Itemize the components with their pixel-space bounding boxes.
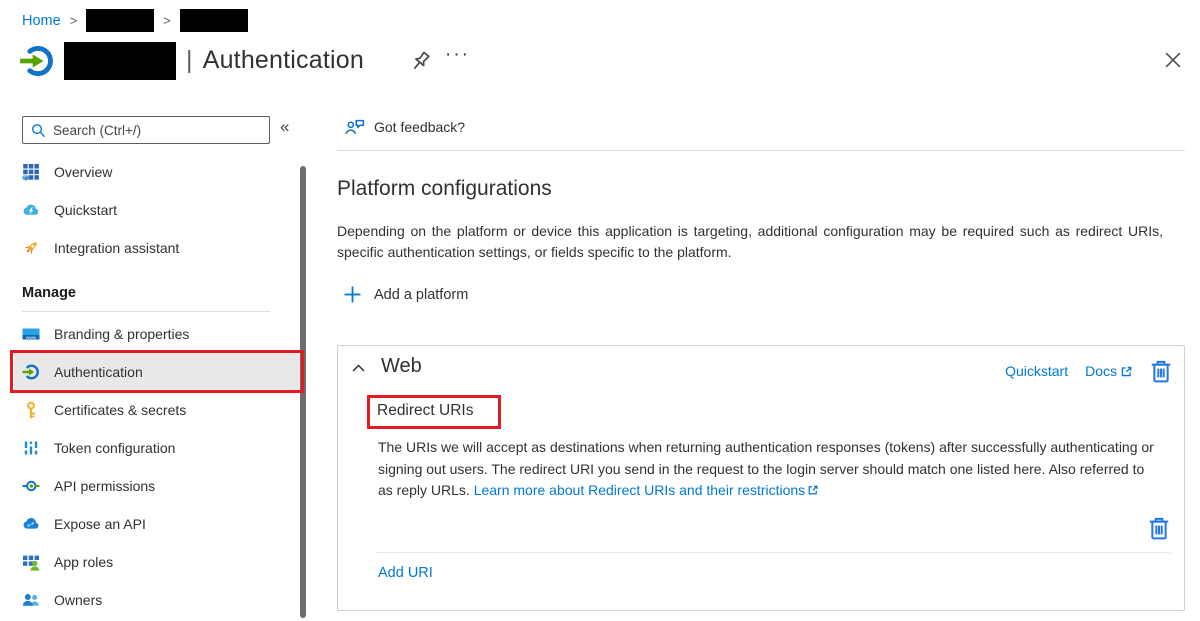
redirect-uris-heading: Redirect URIs (377, 402, 473, 420)
overview-icon (22, 163, 40, 181)
title-text: Authentication (203, 46, 364, 74)
rocket-icon (22, 239, 40, 257)
got-feedback-button[interactable]: Got feedback? (345, 118, 465, 136)
app-roles-icon (22, 553, 40, 571)
plus-icon (344, 286, 361, 303)
sidebar-search[interactable] (22, 116, 270, 144)
sidebar-divider (22, 311, 270, 312)
chevron-up-icon[interactable] (351, 362, 366, 374)
sidebar-item-label: Certificates & secrets (54, 402, 186, 418)
sidebar-item-certificates[interactable]: Certificates & secrets (14, 391, 300, 429)
sidebar-item-label: Owners (54, 592, 102, 608)
breadcrumb-separator: > (163, 13, 171, 28)
add-platform-button[interactable]: Add a platform (344, 286, 468, 303)
trash-icon (1150, 359, 1172, 383)
app-registration-icon (19, 43, 55, 79)
toolbar-divider (337, 150, 1185, 151)
sidebar-item-integration-assistant[interactable]: Integration assistant (14, 229, 300, 267)
search-input[interactable] (53, 123, 261, 138)
redacted-breadcrumb-item (180, 9, 248, 32)
platform-description: Depending on the platform or device this… (337, 221, 1163, 263)
trash-icon (1148, 516, 1170, 540)
owners-icon (22, 591, 40, 609)
quickstart-icon (22, 201, 40, 219)
key-icon (22, 401, 40, 419)
authentication-icon (22, 363, 40, 381)
uri-row-divider (376, 552, 1170, 553)
docs-label: Docs (1085, 363, 1117, 379)
api-permissions-icon (22, 477, 40, 495)
token-icon (22, 439, 40, 457)
sidebar-item-expose-api[interactable]: Expose an API (14, 505, 300, 543)
redacted-app-name (64, 42, 176, 80)
delete-uri-button[interactable] (1148, 516, 1170, 540)
web-platform-card: Web Quickstart Docs The URIs we will acc (337, 345, 1185, 611)
sidebar-item-quickstart[interactable]: Quickstart (14, 191, 300, 229)
sidebar-item-label: Token configuration (54, 440, 175, 456)
branding-icon: www (22, 325, 40, 343)
sidebar-scrollbar[interactable] (300, 166, 306, 618)
redirect-uris-description: The URIs we will accept as destinations … (378, 437, 1156, 502)
delete-platform-button[interactable] (1150, 359, 1172, 383)
platform-configurations-heading: Platform configurations (337, 177, 552, 201)
close-icon[interactable] (1163, 50, 1183, 70)
sidebar-item-label: App roles (54, 554, 113, 570)
sidebar-collapse-button[interactable]: « (280, 117, 289, 137)
sidebar-item-api-permissions[interactable]: API permissions (14, 467, 300, 505)
sidebar-item-branding[interactable]: www Branding & properties (14, 315, 300, 353)
sidebar-item-label: Authentication (54, 364, 143, 380)
pin-icon[interactable] (406, 48, 434, 76)
learn-more-link[interactable]: Learn more about Redirect URIs and their… (474, 482, 805, 498)
sidebar-item-overview[interactable]: Overview (14, 153, 300, 191)
title-separator: | (186, 46, 193, 74)
sidebar-item-label: Quickstart (54, 202, 117, 218)
external-link-icon (807, 484, 819, 496)
quickstart-link[interactable]: Quickstart (1005, 363, 1068, 379)
feedback-icon (345, 118, 365, 136)
sidebar-item-label: Overview (54, 164, 112, 180)
sidebar-section-manage: Manage (22, 285, 76, 301)
breadcrumb: Home > > (22, 9, 248, 32)
more-actions-button[interactable]: ··· (445, 44, 470, 66)
web-card-actions: Quickstart Docs (1005, 359, 1172, 383)
cloud-api-icon (22, 515, 40, 533)
sidebar-item-authentication[interactable]: Authentication (14, 353, 300, 391)
external-link-icon (1120, 365, 1133, 378)
search-icon (31, 123, 46, 138)
azure-portal-page: Home > > | Authentication ··· « (0, 0, 1200, 621)
sidebar-item-label: API permissions (54, 478, 155, 494)
sidebar-item-label: Expose an API (54, 516, 146, 532)
sidebar-item-owners[interactable]: Owners (14, 581, 300, 619)
sidebar-item-app-roles[interactable]: App roles (14, 543, 300, 581)
breadcrumb-home-link[interactable]: Home (22, 13, 61, 29)
web-card-title: Web (381, 355, 422, 378)
sidebar-item-label: Integration assistant (54, 240, 179, 256)
add-uri-link[interactable]: Add URI (378, 565, 433, 581)
sidebar-item-token-configuration[interactable]: Token configuration (14, 429, 300, 467)
svg-text:www: www (26, 335, 37, 340)
docs-link[interactable]: Docs (1085, 363, 1133, 379)
breadcrumb-separator: > (70, 13, 78, 28)
sidebar-item-label: Branding & properties (54, 326, 189, 342)
page-title: | Authentication (186, 46, 364, 75)
feedback-label: Got feedback? (374, 119, 465, 135)
redacted-breadcrumb-item (86, 9, 154, 32)
add-platform-label: Add a platform (374, 287, 468, 303)
